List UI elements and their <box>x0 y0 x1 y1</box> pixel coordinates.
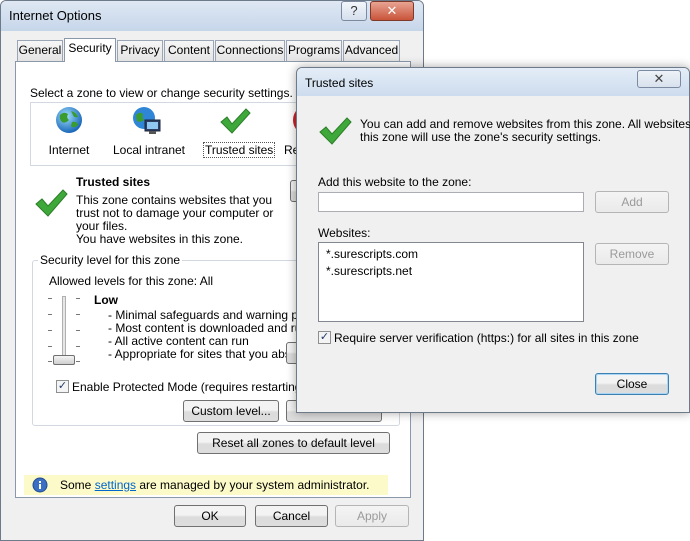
dialog-title-bar[interactable]: Trusted sites ✕ <box>297 68 689 96</box>
website-item[interactable]: *.surescripts.net <box>326 264 412 278</box>
zone-trusted-sites[interactable]: Trusted sites <box>201 105 276 161</box>
dialog-info-line-2: this zone will use the zone's security s… <box>360 130 602 144</box>
zone-internet[interactable]: Internet <box>43 105 93 161</box>
tab-advanced[interactable]: Advanced <box>343 40 400 61</box>
dialog-info-line-1: You can add and remove websites from thi… <box>360 117 690 131</box>
main-close-button[interactable]: ✕ <box>370 1 414 21</box>
require-https-checkbox[interactable]: ✓ <box>318 331 331 344</box>
dialog-title: Trusted sites <box>305 76 374 90</box>
tab-connections[interactable]: Connections <box>215 40 285 61</box>
custom-level-button[interactable]: Custom level... <box>183 400 279 422</box>
intranet-icon <box>133 107 161 134</box>
reset-all-zones-button[interactable]: Reset all zones to default level <box>197 432 390 454</box>
zone-local-intranet-label: Local intranet <box>112 143 186 157</box>
security-level-name: Low <box>94 293 118 307</box>
globe-icon <box>56 107 82 133</box>
zone-info-desc-3: your files. <box>76 219 128 233</box>
tab-privacy[interactable]: Privacy <box>117 40 163 61</box>
security-level-legend: Security level for this zone <box>38 253 183 267</box>
info-icon <box>32 477 48 493</box>
remove-button[interactable]: Remove <box>595 243 669 265</box>
settings-link[interactable]: settings <box>95 478 136 492</box>
zone-info-desc-4: You have websites in this zone. <box>76 232 243 246</box>
zone-checkmark-icon <box>35 189 68 217</box>
zone-info-desc-1: This zone contains websites that you <box>76 193 273 207</box>
tab-programs[interactable]: Programs <box>286 40 342 61</box>
zone-internet-label: Internet <box>48 143 90 157</box>
admin-notice-text: Some settings are managed by your system… <box>60 478 370 492</box>
website-item[interactable]: *.surescripts.com <box>326 247 418 261</box>
allowed-levels-label: Allowed levels for this zone: All <box>49 274 214 288</box>
level-bullet-1: - Minimal safeguards and warning promp <box>108 308 326 322</box>
close-dialog-button[interactable]: Close <box>595 373 669 395</box>
websites-list[interactable]: *.surescripts.com *.surescripts.net <box>318 242 584 322</box>
ok-button[interactable]: OK <box>174 505 246 527</box>
dialog-close-button[interactable]: ✕ <box>637 70 681 88</box>
zone-local-intranet[interactable]: Local intranet <box>109 105 187 161</box>
add-button[interactable]: Add <box>595 191 669 213</box>
require-https-label: Require server verification (https:) for… <box>334 331 639 345</box>
zone-info-title: Trusted sites <box>76 175 151 189</box>
level-bullet-3: - All active content can run <box>108 334 249 348</box>
main-window-title: Internet Options <box>9 8 102 23</box>
help-button[interactable]: ? <box>341 1 367 21</box>
tab-general[interactable]: General <box>17 40 63 61</box>
add-website-input[interactable] <box>318 192 584 212</box>
protected-mode-label: Enable Protected Mode (requires restarti… <box>72 380 325 394</box>
slider-thumb[interactable] <box>53 355 75 365</box>
security-level-slider[interactable] <box>46 296 82 368</box>
dialog-checkmark-icon <box>319 117 352 145</box>
tab-security[interactable]: Security <box>64 38 116 62</box>
zone-info-desc-2: trust not to damage your computer or <box>76 206 274 220</box>
cancel-button[interactable]: Cancel <box>255 505 328 527</box>
slider-track <box>62 296 66 362</box>
tab-content[interactable]: Content <box>164 40 214 61</box>
zone-prompt: Select a zone to view or change security… <box>30 86 293 100</box>
apply-button[interactable]: Apply <box>335 505 409 527</box>
main-title-bar[interactable]: Internet Options ? ✕ <box>1 1 423 31</box>
zone-trusted-sites-label: Trusted sites <box>203 142 276 158</box>
checkmark-icon <box>220 108 251 134</box>
admin-notice-bar: Some settings are managed by your system… <box>24 475 388 495</box>
add-website-label: Add this website to the zone: <box>318 175 472 189</box>
protected-mode-checkbox[interactable]: ✓ <box>56 380 69 393</box>
level-bullet-2: - Most content is downloaded and run w <box>108 321 321 335</box>
dialog-body: You can add and remove websites from thi… <box>304 96 690 407</box>
trusted-sites-dialog: Trusted sites ✕ You can add and remove w… <box>296 67 690 413</box>
websites-label: Websites: <box>318 226 371 240</box>
